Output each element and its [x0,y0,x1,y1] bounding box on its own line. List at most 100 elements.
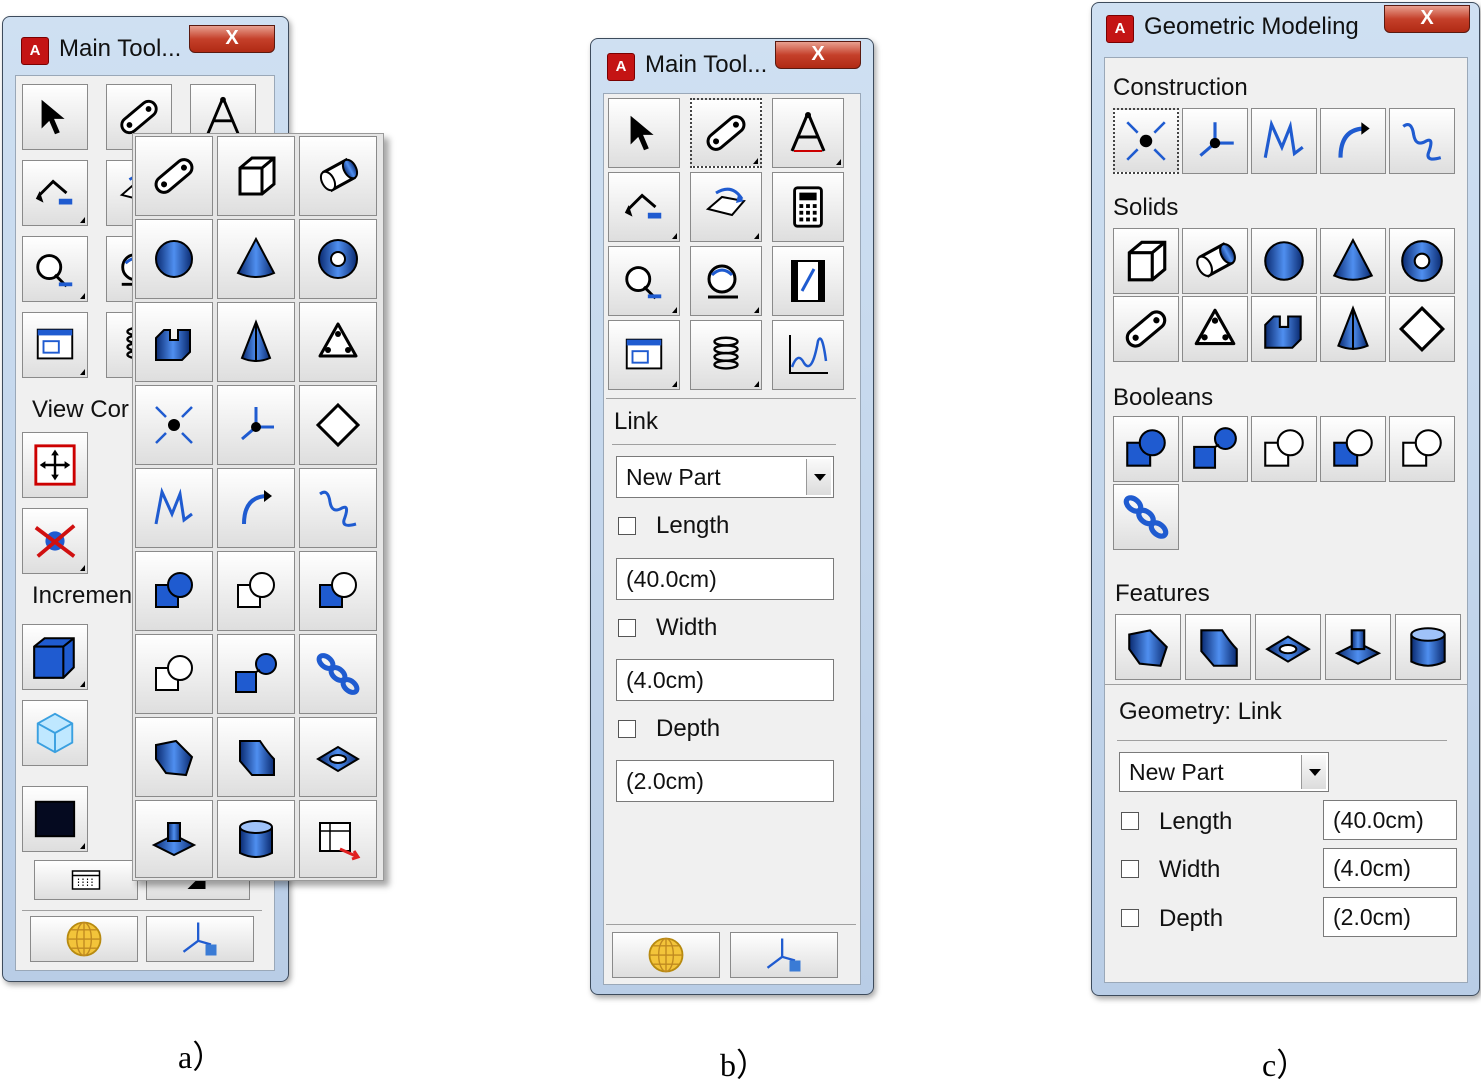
spline-button[interactable] [1389,108,1455,174]
flyout-link[interactable] [135,136,213,216]
length-field[interactable]: (40.0cm) [1323,800,1457,840]
part-select[interactable]: New Part [616,456,834,498]
polyline-button[interactable] [1251,108,1317,174]
split-button[interactable] [1389,416,1455,482]
boss-button[interactable] [1325,614,1391,680]
coordinate-button[interactable] [146,916,254,962]
length-field[interactable]: (40.0cm) [616,558,834,600]
link-button[interactable] [1113,296,1179,362]
sphere-button[interactable] [1251,228,1317,294]
flyout-spline[interactable] [299,468,377,548]
flyout-merge[interactable] [135,551,213,631]
close-button[interactable]: X [775,41,861,69]
title-bar[interactable]: A Main Tool... X [3,17,288,65]
plot-tool-button[interactable] [772,320,844,390]
grid-button[interactable] [34,860,138,900]
cylinder-button[interactable] [1182,228,1248,294]
calculator-tool-button[interactable] [772,172,844,242]
width-field[interactable]: (4.0cm) [616,659,834,701]
measure-tool-button[interactable] [772,98,844,168]
chain-button[interactable] [1113,484,1179,550]
length-checkbox[interactable] [618,517,636,535]
undo-tool-button[interactable] [22,160,88,226]
fillet-button[interactable] [1185,614,1251,680]
background-color-button[interactable] [22,786,88,852]
flyout-unite[interactable] [217,634,295,714]
rotate-view-button[interactable] [22,508,88,574]
zoom-fit-button[interactable] [22,432,88,498]
flyout-sphere[interactable] [135,219,213,299]
flyout-intersect[interactable] [217,551,295,631]
select-tool-button[interactable] [22,84,88,150]
flyout-chain[interactable] [299,634,377,714]
unite-button[interactable] [1182,416,1248,482]
render-button[interactable] [30,916,138,962]
flyout-chamfer[interactable] [135,717,213,797]
flyout-polyline[interactable] [135,468,213,548]
cut-button[interactable] [1320,416,1386,482]
chamfer-button[interactable] [1115,614,1181,680]
flyout-split[interactable] [135,634,213,714]
chevron-down-icon[interactable] [1301,755,1326,789]
select-tool-button[interactable] [608,98,680,168]
width-checkbox[interactable] [1121,860,1139,878]
flyout-point[interactable] [135,385,213,465]
render-button[interactable] [612,932,720,978]
flyout-shell[interactable] [217,800,295,878]
plate-button[interactable] [1182,296,1248,362]
motion-tool-button[interactable] [690,246,762,316]
close-button[interactable]: X [189,25,275,53]
close-button[interactable]: X [1384,5,1470,33]
link-tool-button[interactable] [690,98,762,168]
flyout-plate[interactable] [299,302,377,382]
probe-tool-button[interactable] [608,246,680,316]
flyout-torus[interactable] [299,219,377,299]
box-button[interactable] [1113,228,1179,294]
flyout-hole[interactable] [299,717,377,797]
flyout-box[interactable] [217,136,295,216]
undo-tool-button[interactable] [608,172,680,242]
flyout-marker[interactable] [217,385,295,465]
width-checkbox[interactable] [618,619,636,637]
cone-button[interactable] [1320,228,1386,294]
torus-button[interactable] [1389,228,1455,294]
spring-tool-button[interactable] [690,320,762,390]
depth-field[interactable]: (2.0cm) [616,760,834,802]
marker-button[interactable] [1182,108,1248,174]
coordinate-button[interactable] [730,932,838,978]
point-button[interactable] [1113,108,1179,174]
window-tool-button[interactable] [608,320,680,390]
flyout-cylinder[interactable] [299,136,377,216]
flyout-cone[interactable] [217,219,295,299]
solid-cube-button[interactable] [22,624,88,690]
title-bar[interactable]: A Geometric Modeling X [1092,3,1479,49]
hole-button[interactable] [1255,614,1321,680]
flyout-boss[interactable] [135,800,213,878]
intersect-button[interactable] [1251,416,1317,482]
merge-button[interactable] [1113,416,1179,482]
flyout-cut[interactable] [299,551,377,631]
wireframe-cube-button[interactable] [22,700,88,766]
joint-tool-button[interactable] [690,172,762,242]
depth-checkbox[interactable] [618,720,636,738]
arc-button[interactable] [1320,108,1386,174]
width-field[interactable]: (4.0cm) [1323,848,1457,888]
plane-button[interactable] [1389,296,1455,362]
flyout-fillet[interactable] [217,717,295,797]
title-bar[interactable]: A Main Tool... X [591,39,873,85]
probe-tool-button[interactable] [22,236,88,302]
part-select[interactable]: New Part [1119,752,1329,792]
length-checkbox[interactable] [1121,812,1139,830]
depth-checkbox[interactable] [1121,909,1139,927]
flyout-table[interactable] [299,800,377,878]
extrusion-button[interactable] [1251,296,1317,362]
flyout-revolution[interactable] [217,302,295,382]
animation-tool-button[interactable] [772,246,844,316]
flyout-extrusion[interactable] [135,302,213,382]
depth-field[interactable]: (2.0cm) [1323,897,1457,937]
flyout-arc[interactable] [217,468,295,548]
shell-button[interactable] [1395,614,1461,680]
flyout-plane[interactable] [299,385,377,465]
window-tool-button[interactable] [22,312,88,378]
revolution-button[interactable] [1320,296,1386,362]
